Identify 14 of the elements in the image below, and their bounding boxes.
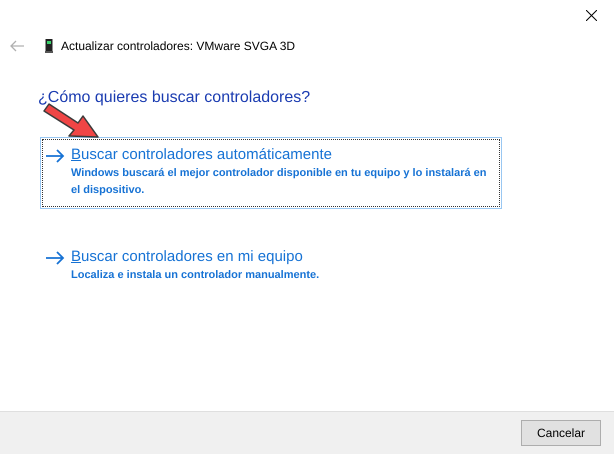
device-icon — [45, 39, 53, 53]
window-title: Actualizar controladores: VMware SVGA 3D — [61, 39, 296, 53]
option-description: Localiza e instala un controlador manualmente. — [71, 268, 320, 283]
option-title: Buscar controladores automáticamente — [71, 145, 333, 165]
page-heading: ¿Cómo quieres buscar controladores? — [38, 89, 312, 107]
option-link[interactable]: Buscar controladores en mi equipo Localiza e instala un controlador manualmente. — [40, 239, 502, 294]
option-link[interactable]: Buscar controladores automáticamente Windows buscará el mejor controlador disponible en tu equipo y lo instalará en el dispositivo. — [40, 137, 502, 209]
close-icon — [586, 10, 596, 20]
option-description: Windows buscará el mejor controlador disponible en tu equipo y lo instalará en el dispositivo. — [71, 166, 488, 198]
option-title: Buscar controladores en mi equipo — [71, 247, 304, 267]
back-icon — [9, 38, 25, 54]
cancel-button[interactable]: Cancelar — [521, 420, 601, 446]
arrow-icon — [45, 251, 65, 265]
arrow-icon — [45, 149, 65, 163]
